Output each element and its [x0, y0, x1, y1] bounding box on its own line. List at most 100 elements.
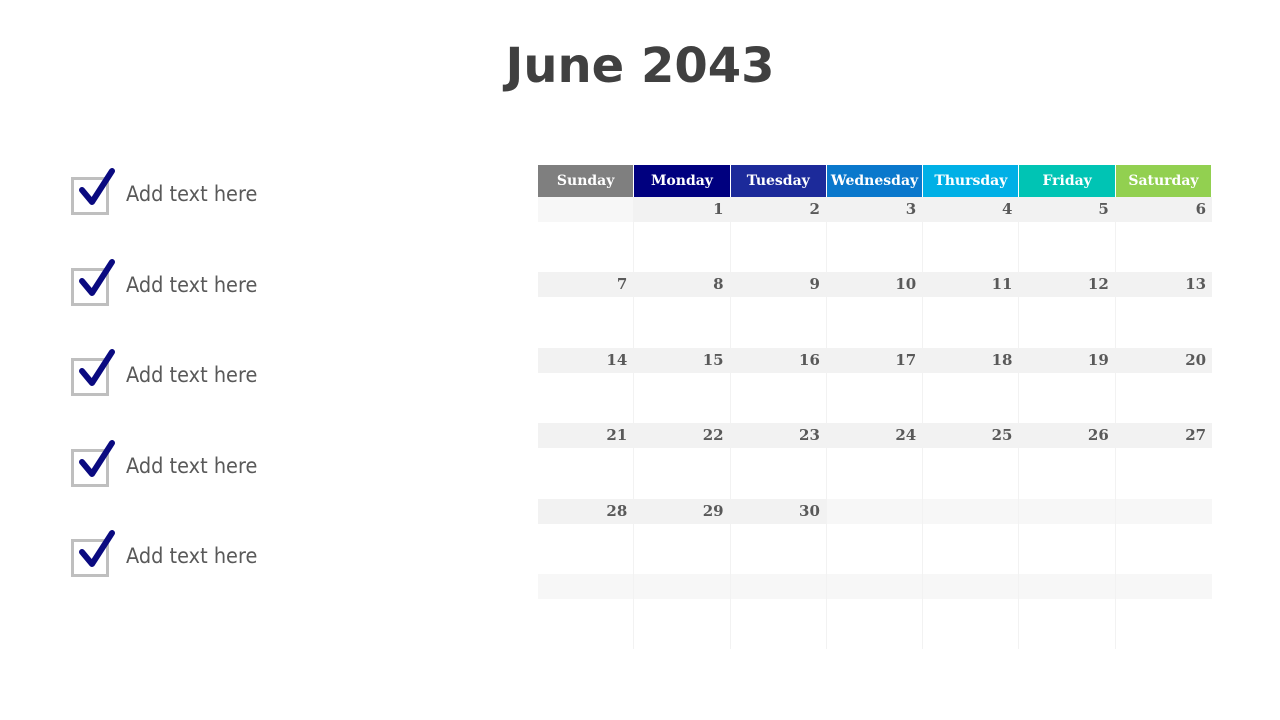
day-number: 23: [799, 426, 820, 445]
calendar-week-row: 7 8 9 10 11 12 13: [538, 272, 1212, 348]
checkbox-checked-icon[interactable]: [71, 258, 115, 306]
day-number: 28: [606, 501, 628, 520]
day-number: 12: [1087, 275, 1109, 294]
day-number: 25: [991, 426, 1013, 445]
checkbox-checked-icon[interactable]: [71, 349, 115, 396]
calendar-day-cell[interactable]: 24: [827, 423, 924, 499]
calendar-day-cell[interactable]: 16: [731, 347, 827, 424]
day-number: 11: [991, 275, 1013, 294]
checklist-item-label: Add text here: [126, 363, 258, 387]
calendar-day-cell[interactable]: 28: [538, 498, 635, 574]
checkbox-checked-icon[interactable]: [71, 168, 115, 215]
empty-date-band: [730, 573, 826, 599]
checkbox-checked-icon[interactable]: [71, 530, 115, 577]
calendar-day-cell[interactable]: 17: [827, 347, 924, 424]
day-number: 4: [1002, 200, 1013, 218]
page-title: June 2043: [505, 38, 775, 94]
calendar-empty-cell: [826, 573, 924, 650]
day-number: 18: [991, 350, 1013, 369]
calendar: Sunday Monday Tuesday Wednesday Thursday Frid…: [538, 165, 1213, 650]
calendar-empty-cell: [923, 573, 1020, 650]
calendar-empty-cell: [826, 498, 924, 574]
calendar-day-cell[interactable]: 8: [634, 272, 731, 348]
calendar-empty-cell: [538, 573, 635, 650]
day-number: 1: [713, 200, 724, 218]
calendar-day-cell[interactable]: 6: [1116, 197, 1212, 272]
calendar-day-cell[interactable]: 11: [923, 272, 1020, 348]
empty-date-band: [538, 573, 634, 599]
day-number: 3: [905, 200, 917, 218]
calendar-day-cell[interactable]: 5: [1019, 197, 1116, 273]
calendar-day-cell[interactable]: 15: [634, 347, 731, 424]
checkmark-icon: [79, 168, 115, 205]
calendar-day-cell[interactable]: 19: [1019, 347, 1116, 424]
checkmark-icon: [79, 530, 115, 567]
calendar-day-cell[interactable]: 27: [1116, 423, 1212, 498]
checklist-item-label: Add text here: [126, 544, 258, 568]
empty-date-band: [1115, 573, 1213, 599]
checklist-item[interactable]: Add text here: [71, 439, 371, 488]
calendar-day-cell[interactable]: 2: [731, 197, 827, 273]
day-number: 9: [809, 275, 820, 294]
day-number: 6: [1195, 200, 1207, 218]
calendar-day-cell[interactable]: 23: [731, 423, 827, 499]
calendar-day-cell[interactable]: 13: [1116, 272, 1212, 347]
checkmark-icon: [79, 349, 115, 386]
calendar-day-cell[interactable]: 25: [923, 423, 1020, 499]
calendar-day-cell[interactable]: 22: [634, 423, 731, 499]
calendar-day-cell[interactable]: 29: [634, 498, 731, 574]
day-number: 5: [1098, 200, 1109, 218]
day-header-tuesday: Tuesday: [730, 165, 827, 197]
day-number: 29: [702, 501, 724, 520]
calendar-header: Sunday Monday Tuesday Wednesday Thursday Frid…: [538, 165, 1213, 197]
checklist-item-label: Add text here: [126, 453, 258, 478]
checklist-item-label: Add text here: [126, 182, 258, 206]
checkbox-checked-icon[interactable]: [71, 439, 115, 487]
empty-date-band: [1019, 573, 1115, 599]
empty-date-band: [923, 498, 1019, 524]
calendar-week-row: 14 15 16 17 18 19 20: [538, 347, 1212, 424]
day-number: 26: [1087, 426, 1109, 445]
day-number: 17: [895, 350, 917, 369]
calendar-day-cell[interactable]: 18: [923, 347, 1020, 424]
day-number: 27: [1185, 426, 1207, 445]
empty-date-band: [1115, 498, 1213, 524]
calendar-day-cell[interactable]: 7: [538, 272, 635, 348]
calendar-empty-cell: [634, 573, 731, 650]
empty-date-band: [826, 573, 923, 599]
day-number: 21: [606, 426, 628, 445]
calendar-day-cell[interactable]: 10: [827, 272, 924, 348]
day-header-saturday: Saturday: [1115, 165, 1213, 197]
calendar-day-cell[interactable]: 12: [1019, 272, 1116, 348]
calendar-day-cell[interactable]: 1: [634, 197, 731, 273]
day-number: 10: [895, 275, 917, 294]
day-header-friday: Friday: [1019, 165, 1116, 197]
calendar-week-row: 28 29 30: [538, 498, 1213, 574]
checklist-item[interactable]: Add text here: [71, 530, 371, 578]
empty-date-band: [634, 573, 730, 599]
empty-date-band: [538, 197, 634, 222]
day-header-sunday: Sunday: [538, 165, 635, 197]
checklist-item[interactable]: Add text here: [71, 168, 371, 216]
day-header-wednesday: Wednesday: [826, 165, 924, 197]
day-number: 20: [1185, 350, 1207, 369]
calendar-empty-cell: [1019, 573, 1116, 650]
calendar-day-cell[interactable]: 26: [1019, 423, 1116, 499]
calendar-day-cell[interactable]: 21: [538, 423, 635, 499]
calendar-day-cell[interactable]: 4: [923, 197, 1020, 273]
calendar-day-cell[interactable]: 20: [1116, 348, 1212, 423]
calendar-week-row: 1 2 3 4 5 6: [538, 197, 1212, 273]
calendar-week-row: 21 22 23 24 25 26 27: [538, 423, 1212, 499]
day-number: 19: [1087, 350, 1109, 369]
calendar-day-cell[interactable]: 9: [731, 272, 827, 348]
checklist-item[interactable]: Add text here: [71, 258, 371, 307]
day-number: 15: [702, 350, 724, 369]
day-number: 8: [713, 275, 724, 294]
day-number: 16: [799, 350, 820, 369]
checklist-item[interactable]: Add text here: [71, 349, 371, 397]
calendar-day-cell[interactable]: 14: [538, 347, 635, 424]
calendar-day-cell[interactable]: 30: [731, 498, 827, 574]
day-number: 13: [1185, 275, 1207, 294]
day-header-thursday: Thursday: [923, 165, 1020, 197]
calendar-day-cell[interactable]: 3: [827, 197, 924, 273]
